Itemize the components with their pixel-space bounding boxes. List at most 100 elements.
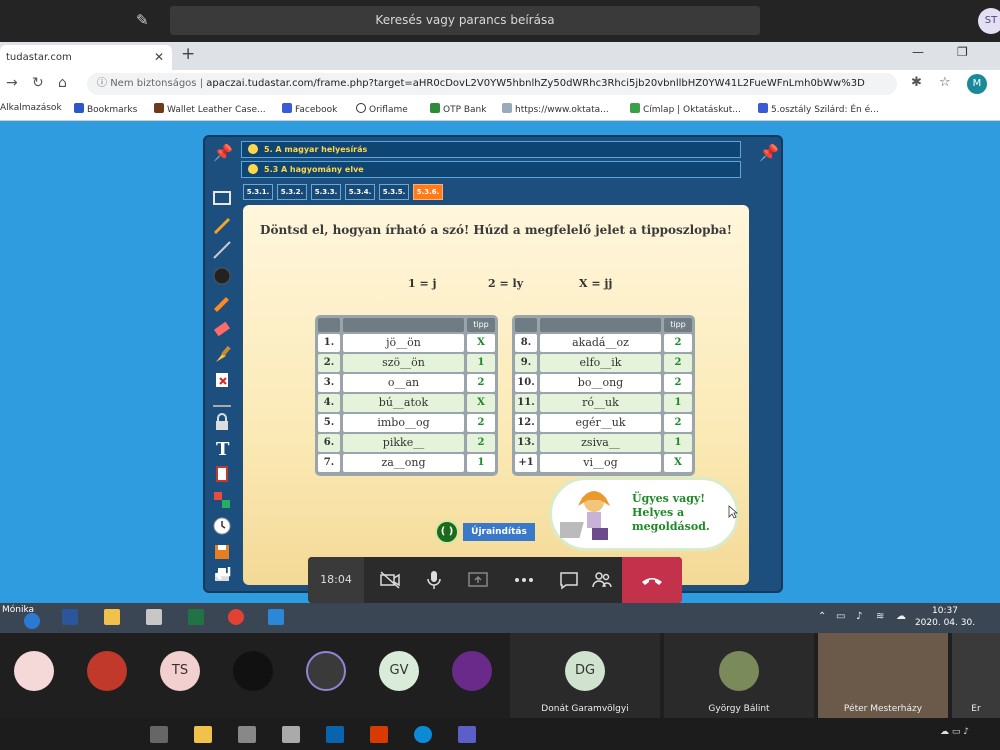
store-icon[interactable] [238, 726, 256, 743]
save-icon[interactable] [211, 541, 233, 563]
pin-icon[interactable]: 📌 [759, 143, 779, 162]
tray-chevron-icon[interactable]: ⌃ [818, 611, 826, 622]
cloud-icon[interactable]: ☁ [896, 611, 906, 622]
pin-icon[interactable]: 📌 [213, 143, 233, 162]
book-icon[interactable] [211, 463, 233, 485]
marker-icon[interactable] [211, 291, 233, 313]
calculator-icon[interactable] [282, 726, 300, 743]
new-tab-icon[interactable]: + [181, 44, 195, 64]
bookmark-facebook[interactable]: Facebook [282, 103, 337, 115]
text-tool-icon[interactable]: T [211, 437, 233, 459]
lock-icon[interactable] [211, 411, 233, 433]
participant-video-tile[interactable]: Er [952, 633, 1000, 718]
compose-icon[interactable]: ✎ [136, 11, 149, 29]
breadcrumb-chapter[interactable]: 5. A magyar helyesírás [241, 141, 741, 158]
ball-icon[interactable] [211, 265, 233, 287]
restart-button[interactable]: ( ) Újraindítás [435, 520, 535, 544]
tip-cell[interactable]: 2 [664, 374, 692, 392]
participant-avatar[interactable] [306, 651, 346, 691]
info-icon[interactable]: ⓘ [97, 78, 110, 89]
pen-icon[interactable] [211, 213, 233, 235]
teams-icon[interactable] [458, 726, 476, 743]
tip-cell[interactable]: 1 [467, 354, 495, 372]
bookmark-5osztaly[interactable]: 5.osztály Szilárd: Én é... [758, 103, 879, 115]
more-options-icon[interactable] [512, 569, 536, 591]
tip-cell[interactable]: X [467, 394, 495, 412]
participant-avatar[interactable] [452, 651, 492, 691]
notes-app-icon[interactable] [268, 609, 284, 625]
tray-icons[interactable]: ☁ ▭ ♪ [940, 727, 969, 737]
participant-avatar[interactable]: TS [160, 651, 200, 691]
subtab-533[interactable]: 5.3.3. [311, 184, 341, 200]
participant-avatar[interactable] [233, 651, 273, 691]
bookmark-wallet[interactable]: Wallet Leather Case... [154, 103, 266, 115]
bookmark-otp[interactable]: OTP Bank [430, 103, 486, 115]
share-screen-icon[interactable] [466, 569, 490, 591]
minimize-icon[interactable]: — [912, 45, 924, 59]
camera-off-icon[interactable] [378, 569, 402, 591]
tip-cell[interactable]: 2 [467, 374, 495, 392]
tip-cell[interactable]: 1 [467, 454, 495, 472]
line-icon[interactable] [211, 239, 233, 261]
forward-icon[interactable]: → [6, 75, 18, 91]
subtab-536[interactable]: 5.3.6. [413, 184, 443, 200]
tip-cell[interactable]: 1 [664, 394, 692, 412]
reload-icon[interactable]: ↻ [32, 75, 44, 91]
tip-cell[interactable]: X [467, 334, 495, 352]
edge-icon[interactable] [414, 726, 432, 743]
excel-icon[interactable] [188, 609, 204, 625]
participant-avatar[interactable]: GV [379, 651, 419, 691]
user-avatar[interactable]: ST [978, 8, 1000, 34]
tip-cell[interactable]: 2 [467, 434, 495, 452]
add-shapes-icon[interactable] [211, 489, 233, 511]
breadcrumb-section[interactable]: 5.3 A hagyomány elve [241, 161, 741, 178]
brush-icon[interactable] [211, 343, 233, 365]
speaker-icon[interactable]: ♪ [856, 611, 862, 622]
tip-cell[interactable]: 2 [664, 354, 692, 372]
tip-cell[interactable]: 2 [467, 414, 495, 432]
home-icon[interactable]: ⌂ [58, 75, 67, 91]
close-icon[interactable]: ✕ [154, 45, 164, 70]
restart-label[interactable]: Újraindítás [463, 523, 535, 541]
tip-cell[interactable]: 1 [664, 434, 692, 452]
participant-video-tile[interactable]: Péter Mesterházy [818, 633, 948, 718]
participant-tile[interactable]: DG Donát Garamvölgyi [510, 633, 660, 718]
participant-avatar[interactable] [87, 651, 127, 691]
clock-icon[interactable] [211, 515, 233, 537]
subtab-531[interactable]: 5.3.1. [243, 184, 273, 200]
tip-cell[interactable]: 2 [664, 414, 692, 432]
teams-search-input[interactable]: Keresés vagy parancs beírása [170, 6, 760, 35]
participant-tile[interactable]: György Bálint [664, 633, 814, 718]
wifi-icon[interactable]: ≋ [876, 611, 884, 622]
delete-icon[interactable] [211, 369, 233, 391]
chrome-icon[interactable] [228, 609, 244, 625]
bookmark-oktatas[interactable]: https://www.oktata... [502, 103, 609, 115]
network-icon[interactable] [146, 609, 162, 625]
edge-icon[interactable] [24, 613, 40, 629]
bookmark-cimlap[interactable]: Címlap | Oktatáskut... [630, 103, 741, 115]
address-bar[interactable]: ⓘ Nem biztonságos | apaczai.tudastar.com… [87, 73, 897, 95]
participants-icon[interactable] [590, 569, 614, 591]
back-arrow-icon[interactable] [211, 563, 233, 585]
bookmark-oriflame[interactable]: Oriflame [356, 103, 408, 115]
restore-icon[interactable]: ❐ [957, 45, 968, 59]
bookmark-apps[interactable]: Alkalmazások [0, 103, 62, 113]
tip-cell[interactable]: X [664, 454, 692, 472]
folder-icon[interactable] [194, 726, 212, 743]
star-icon[interactable]: ☆ [939, 75, 951, 90]
phone-hangup-icon[interactable] [640, 570, 664, 590]
word-icon[interactable] [62, 609, 78, 625]
profile-avatar[interactable]: M [967, 74, 987, 94]
folder-icon[interactable] [104, 609, 120, 625]
subtab-532[interactable]: 5.3.2. [277, 184, 307, 200]
browser-tab[interactable]: tudastar.com ✕ [0, 45, 172, 70]
office-icon[interactable] [370, 726, 388, 743]
participant-avatar[interactable] [14, 651, 54, 691]
tip-cell[interactable]: 2 [664, 334, 692, 352]
restart-icon[interactable]: ( ) [435, 520, 459, 544]
extension-icon[interactable]: ✱ [911, 75, 922, 90]
eraser-icon[interactable] [211, 317, 233, 339]
outlook-icon[interactable] [326, 726, 344, 743]
bookmark-bookmarks[interactable]: Bookmarks [74, 103, 137, 115]
subtab-534[interactable]: 5.3.4. [345, 184, 375, 200]
